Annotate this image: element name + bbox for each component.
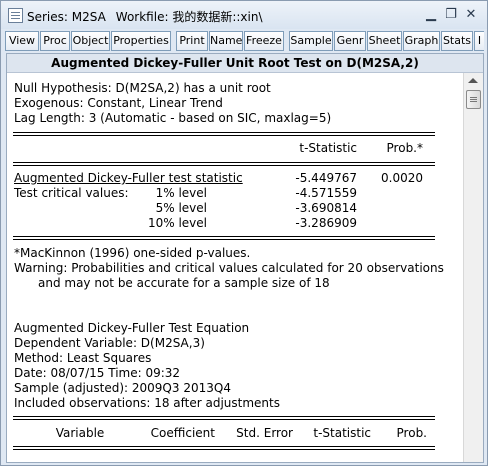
header-eq-t-statistic: t-Statistic — [313, 426, 371, 440]
series-title: Series: M2SA — [27, 10, 106, 24]
sample-line: Sample (adjusted): 2009Q3 2013Q4 — [14, 381, 231, 395]
adf-prob: 0.0020 — [381, 171, 423, 185]
table-rule-mid-double — [13, 165, 435, 166]
adf-statistic-label: Augmented Dickey-Fuller test statistic — [14, 171, 243, 185]
sample-button[interactable]: Sample — [289, 31, 333, 51]
freeze-button[interactable]: Freeze — [244, 31, 284, 51]
table-rule-bottom-double — [13, 239, 435, 240]
critical-value-1: -4.571559 — [295, 186, 357, 200]
null-hypothesis: Null Hypothesis: D(M2SA,2) has a unit ro… — [14, 81, 271, 95]
stats-button[interactable]: Stats — [441, 31, 473, 51]
warning-line-1: Warning: Probabilities and critical valu… — [14, 261, 444, 275]
series-window-icon — [8, 8, 23, 23]
scroll-up-arrow-icon[interactable] — [468, 78, 478, 83]
header-variable: Variable — [55, 426, 105, 440]
ident-button[interactable]: I — [474, 31, 484, 51]
header-t-statistic: t-Statistic — [299, 141, 357, 155]
series-toolbar: View Proc Object Properties Print Name F… — [5, 31, 484, 51]
proc-button[interactable]: Proc — [40, 31, 70, 51]
equation-rule-mid — [13, 446, 435, 447]
workfile-title: Workfile: 我的数据新::xin\ — [115, 10, 263, 24]
critical-values-label: Test critical values: — [14, 186, 129, 200]
output-title: Augmented Dickey-Fuller Unit Root Test o… — [51, 56, 419, 70]
eviews-series-window: Series: M2SA Workfile: 我的数据新::xin\ ▁ ❐ ✕ … — [0, 0, 488, 466]
date-time-line: Date: 08/07/15 Time: 09:32 — [14, 366, 181, 380]
header-prob: Prob.* — [386, 141, 423, 155]
included-observations: Included observations: 18 after adjustme… — [14, 396, 280, 410]
table-rule-top-double — [13, 135, 435, 136]
method-line: Method: Least Squares — [14, 351, 152, 365]
equation-rule-mid-double — [13, 449, 435, 450]
table-rule-bottom — [13, 236, 435, 237]
test-output-panel: Augmented Dickey-Fuller Unit Root Test o… — [6, 53, 484, 463]
header-coefficient: Coefficient — [150, 426, 215, 440]
warning-line-2: and may not be accurate for a sample siz… — [38, 276, 330, 290]
view-button[interactable]: View — [5, 31, 39, 51]
critical-level-10: 10% level — [147, 216, 207, 230]
header-eq-prob: Prob. — [396, 426, 427, 440]
scroll-thumb[interactable] — [466, 90, 481, 109]
object-button[interactable]: Object — [71, 31, 110, 51]
critical-value-5: -3.690814 — [295, 201, 357, 215]
name-button[interactable]: Name — [209, 31, 243, 51]
dependent-variable: Dependent Variable: D(M2SA,3) — [14, 336, 205, 350]
print-button[interactable]: Print — [176, 31, 208, 51]
close-icon[interactable]: ✕ — [463, 7, 479, 23]
mackinnon-note: *MacKinnon (1996) one-sided p-values. — [14, 246, 251, 260]
table-rule-mid — [13, 162, 435, 163]
critical-level-1: 1% level — [155, 186, 207, 200]
equation-rule-top — [13, 416, 435, 417]
restore-icon[interactable]: ❐ — [443, 7, 459, 23]
header-std-error: Std. Error — [236, 426, 293, 440]
minimize-icon[interactable]: ▁ — [423, 7, 439, 23]
lag-length-line: Lag Length: 3 (Automatic - based on SIC,… — [14, 111, 332, 125]
critical-level-5: 5% level — [155, 201, 207, 215]
title-bar[interactable]: Series: M2SA Workfile: 我的数据新::xin\ ▁ ❐ ✕ — [1, 1, 487, 29]
graph-button[interactable]: Graph — [403, 31, 440, 51]
equation-rule-top-double — [13, 419, 435, 420]
output-header: Augmented Dickey-Fuller Unit Root Test o… — [7, 54, 483, 73]
critical-value-10: -3.286909 — [295, 216, 357, 230]
sheet-button[interactable]: Sheet — [367, 31, 402, 51]
vertical-scrollbar[interactable] — [463, 73, 483, 462]
adf-t-statistic: -5.449767 — [295, 171, 357, 185]
properties-button[interactable]: Properties — [111, 31, 171, 51]
equation-title: Augmented Dickey-Fuller Test Equation — [14, 321, 250, 335]
table-rule-top — [13, 132, 435, 133]
window-title: Series: M2SA Workfile: 我的数据新::xin\ — [27, 8, 263, 25]
genr-button[interactable]: Genr — [334, 31, 366, 51]
exogenous-line: Exogenous: Constant, Linear Trend — [14, 96, 223, 110]
